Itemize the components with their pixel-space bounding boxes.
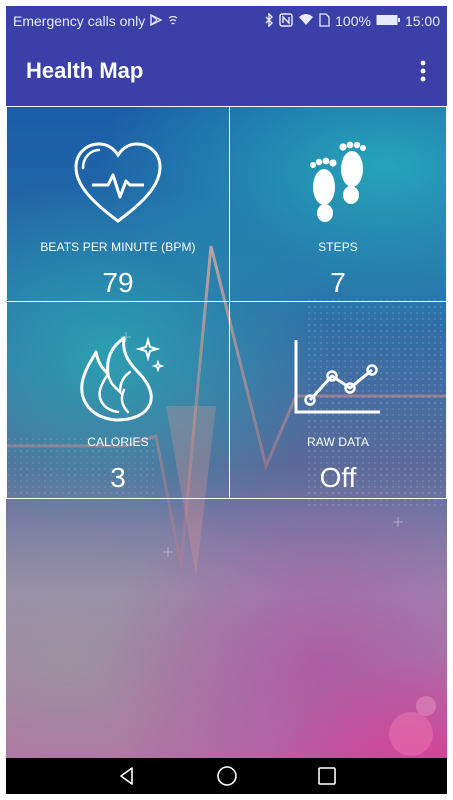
app-title: Health Map <box>26 58 144 83</box>
app-bar: Health Map <box>6 36 447 106</box>
battery-icon <box>376 13 400 29</box>
navigation-bar <box>6 758 447 794</box>
carrier-text: Emergency calls only <box>13 13 146 29</box>
battery-percent: 100% <box>335 13 371 29</box>
back-button[interactable] <box>109 761 145 791</box>
play-store-icon <box>150 13 163 29</box>
overflow-menu-icon <box>420 60 426 82</box>
tile-value: 3 <box>110 462 126 493</box>
line-chart-icon <box>294 340 380 414</box>
tile-value: 7 <box>330 267 346 298</box>
recents-button[interactable] <box>309 761 345 791</box>
wifi-calling-icon <box>167 13 179 29</box>
bluetooth-icon <box>264 11 274 30</box>
tile-label: RAW DATA <box>307 435 369 449</box>
clock: 15:00 <box>404 13 440 29</box>
flame-icon <box>80 336 165 422</box>
tile-bpm[interactable]: BEATS PER MINUTE (BPM) 79 <box>6 106 230 302</box>
overflow-menu-button[interactable] <box>411 51 435 91</box>
home-button[interactable] <box>209 761 245 791</box>
home-icon <box>216 766 237 786</box>
tile-label: STEPS <box>318 240 358 254</box>
nfc-icon <box>279 12 293 30</box>
app-frame: Emergency calls only 100% 15:00 Health M… <box>6 6 447 794</box>
status-left: Emergency calls only <box>13 13 179 29</box>
tile-calories[interactable]: CALORIES 3 <box>6 301 230 499</box>
dashboard-content: BEATS PER MINUTE (BPM) 79 STEPS 7 CALORI… <box>6 106 447 758</box>
tile-raw-data[interactable]: RAW DATA Off <box>229 301 447 499</box>
tile-label: BEATS PER MINUTE (BPM) <box>40 240 196 254</box>
back-icon <box>119 767 133 785</box>
sim-icon <box>319 12 330 30</box>
tile-label: CALORIES <box>87 435 149 449</box>
tile-steps[interactable]: STEPS 7 <box>229 106 447 302</box>
heart-pulse-icon <box>74 142 162 223</box>
tile-value: Off <box>319 462 357 493</box>
wifi-icon <box>298 13 314 29</box>
recents-icon <box>317 767 336 785</box>
status-bar: Emergency calls only 100% 15:00 <box>6 6 447 36</box>
footprints-icon <box>310 141 366 222</box>
tile-value: 79 <box>102 267 134 298</box>
metrics-grid: BEATS PER MINUTE (BPM) 79 STEPS 7 CALORI… <box>6 106 447 502</box>
status-right: 100% 15:00 <box>264 11 440 30</box>
